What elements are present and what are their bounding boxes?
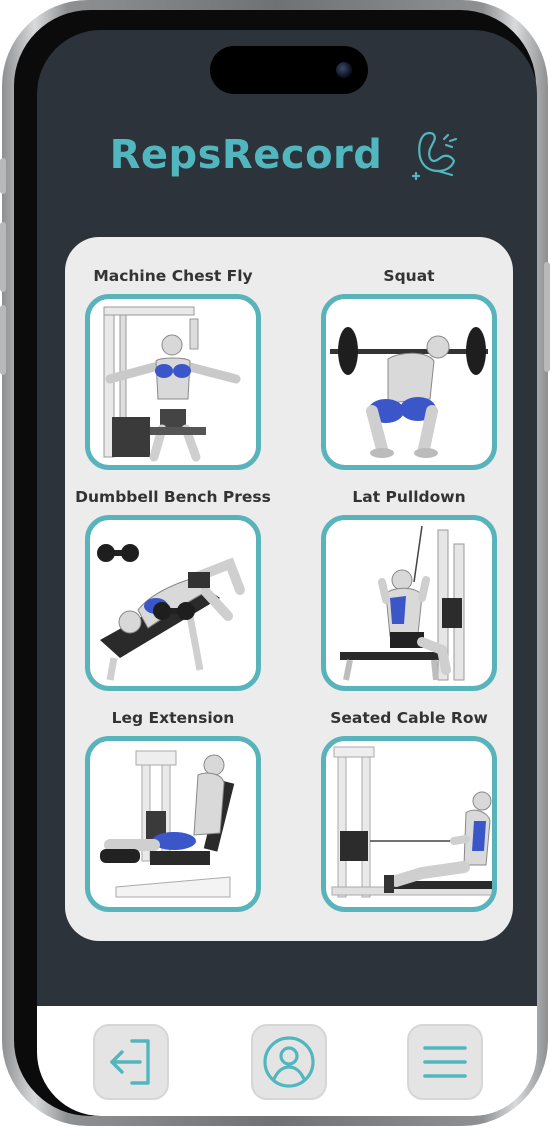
phone-bezel: RepsRecord Machine Chest Fly Squat Dumbb…	[14, 10, 537, 1116]
lat-pulldown-illustration	[340, 525, 465, 681]
app-header: RepsRecord	[37, 120, 537, 190]
leg-extension-illustration	[100, 750, 235, 898]
logout-arrow-icon	[110, 1039, 150, 1085]
exercise-image-frame[interactable]	[85, 515, 261, 691]
exercise-image-frame[interactable]	[321, 294, 497, 470]
app-screen: RepsRecord Machine Chest Fly Squat Dumbb…	[37, 30, 537, 1116]
bottom-navigation-bar	[37, 1006, 537, 1116]
exercise-tile-seated-cable-row[interactable]: Seated Cable Row	[314, 704, 504, 922]
front-camera	[336, 62, 352, 78]
exercise-tile-dumbbell-bench-press[interactable]: Dumbbell Bench Press	[75, 483, 271, 701]
dumbbell-bench-press-illustration	[97, 544, 245, 681]
mute-switch	[0, 158, 6, 194]
machine-chest-fly-illustration	[103, 306, 241, 462]
exercise-image-frame[interactable]	[321, 515, 497, 691]
logout-button[interactable]	[93, 1024, 169, 1100]
volume-down-button	[0, 305, 6, 375]
menu-button[interactable]	[407, 1024, 483, 1100]
flexed-arm-icon	[412, 131, 458, 181]
exercise-image-frame[interactable]	[85, 294, 261, 470]
exercise-tile-machine-chest-fly[interactable]: Machine Chest Fly	[78, 262, 268, 480]
exercise-image-frame[interactable]	[85, 736, 261, 912]
exercise-label: Squat	[383, 267, 435, 285]
exercise-label: Leg Extension	[111, 709, 235, 727]
exercise-label: Lat Pulldown	[352, 488, 466, 506]
squat-illustration	[330, 327, 488, 458]
app-title: RepsRecord	[109, 132, 383, 178]
volume-up-button	[0, 222, 6, 292]
profile-icon	[263, 1036, 315, 1088]
exercise-label: Machine Chest Fly	[93, 267, 253, 285]
phone-frame: RepsRecord Machine Chest Fly Squat Dumbb…	[0, 0, 550, 1126]
exercise-grid-card: Machine Chest Fly Squat Dumbbell Bench P…	[65, 237, 513, 941]
exercise-tile-squat[interactable]: Squat	[314, 262, 504, 480]
exercise-tile-leg-extension[interactable]: Leg Extension	[78, 704, 268, 922]
dynamic-island	[210, 46, 368, 94]
exercise-label: Dumbbell Bench Press	[75, 488, 271, 506]
exercise-tile-lat-pulldown[interactable]: Lat Pulldown	[314, 483, 504, 701]
seated-cable-row-illustration	[331, 746, 492, 898]
profile-button[interactable]	[251, 1024, 327, 1100]
exercise-label: Seated Cable Row	[330, 709, 488, 727]
menu-icon	[423, 1046, 467, 1078]
power-button	[544, 262, 550, 372]
exercise-image-frame[interactable]	[321, 736, 497, 912]
